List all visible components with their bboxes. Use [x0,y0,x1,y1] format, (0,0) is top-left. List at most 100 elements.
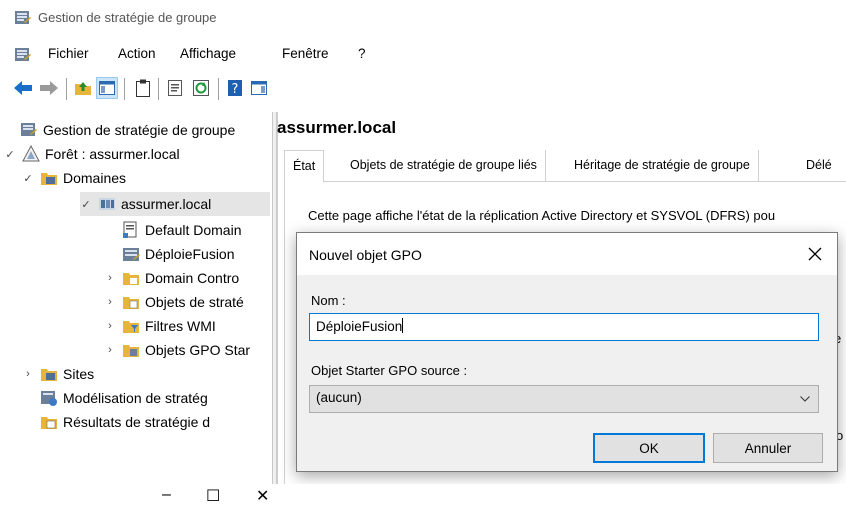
cancel-button[interactable]: Annuler [713,433,823,463]
new-gpo-dialog: Nouvel objet GPO Nom : DéploieFusion Obj… [296,232,838,472]
text-caret [402,318,404,333]
name-label: Nom : [311,293,346,308]
tree-label: Forêt : assurmer.local [45,146,180,162]
help-book-icon: ? [228,80,242,97]
bottom-strip: – ☐ ✕ [0,484,846,506]
toolbar-separator [158,78,159,100]
gpmc-app-icon [15,11,31,24]
tree-label: Domaines [63,170,127,186]
chevron-down-icon [800,396,810,402]
chevron-down-icon[interactable]: ✓ [4,148,16,161]
window-title: Gestion de stratégie de groupe [38,10,217,25]
menu-bar: Fichier Action Affichage Fenêtre ? [0,42,846,68]
tree-label: Default Domain [145,222,242,238]
tree-label: DéploieFusion [145,246,235,262]
tree-item-gpo-objects[interactable]: › Objets de straté [104,290,244,314]
modeling-icon [41,391,57,406]
wmi-filter-folder-icon [123,321,139,333]
ok-button[interactable]: OK [593,433,705,463]
tab-linked-gpos[interactable]: Objets de stratégie de groupe liés [342,150,546,182]
tree-item-default-domain-policy[interactable]: Default Domain [122,218,242,242]
menu-fenetre[interactable]: Fenêtre [282,46,329,61]
show-hide-tree-button[interactable] [96,77,118,99]
chevron-down-icon[interactable]: ✓ [22,172,34,185]
tree-item-domain[interactable]: ✓ assurmer.local [80,192,211,216]
chevron-right-icon[interactable]: › [104,344,116,356]
toolbar-separator [66,78,67,100]
dialog-titlebar: Nouvel objet GPO [297,233,837,275]
gpmc-icon [21,123,37,136]
forest-icon [22,145,40,162]
action-pane-button[interactable] [248,77,270,99]
source-starter-label: Objet Starter GPO source : [311,363,468,378]
maximize-icon[interactable]: ☐ [206,486,220,506]
back-arrow-icon [14,81,32,95]
chevron-right-icon[interactable]: › [104,320,116,332]
tree-item-sites[interactable]: › Sites [22,362,94,386]
menu-help[interactable]: ? [358,46,366,61]
chevron-right-icon[interactable]: › [22,368,34,380]
refresh-button[interactable] [190,77,212,99]
tree-label: Domain Contro [145,270,240,286]
gpo-name-value: DéploieFusion [316,319,403,334]
dialog-title: Nouvel objet GPO [309,247,422,263]
tree-item-results[interactable]: Résultats de stratégie d [40,410,210,434]
details-header: assurmer.local [277,118,397,137]
dialog-body: Nom : DéploieFusion Objet Starter GPO so… [297,275,837,471]
chevron-right-icon[interactable]: › [104,296,116,308]
tree-item-forest[interactable]: ✓ Forêt : assurmer.local [4,142,180,166]
properties-icon [168,80,182,96]
tree-label: Modélisation de stratég [63,390,208,406]
sites-folder-icon [41,369,57,381]
tree-label: Objets de straté [145,294,244,310]
ou-folder-icon [123,273,139,285]
help-button[interactable]: ? [224,77,246,99]
menu-action[interactable]: Action [118,46,156,61]
results-icon [41,417,57,429]
back-button[interactable] [12,77,34,99]
properties-button[interactable] [164,77,186,99]
gpmc-menu-icon[interactable] [14,46,32,64]
tree-item-starter-gpo[interactable]: › Objets GPO Star [104,338,250,362]
ou-icon [123,248,140,261]
starter-gpo-folder-icon [123,345,139,357]
action-pane-icon [251,81,267,95]
tree-item-root[interactable]: Gestion de stratégie de groupe [20,118,235,142]
forward-arrow-icon [40,81,58,95]
tree-item-modeling[interactable]: Modélisation de stratég [40,386,208,410]
clipboard-button[interactable] [132,77,154,99]
window-titlebar: Gestion de stratégie de groupe [0,0,846,38]
close-icon [808,247,822,261]
tab-delegation[interactable]: Délé [798,150,840,182]
menu-fichier[interactable]: Fichier [48,46,89,61]
tree-item-wmi-filters[interactable]: › Filtres WMI [104,314,216,338]
tree-item-deploiefusion[interactable]: DéploieFusion [122,242,235,266]
menu-affichage[interactable]: Affichage [180,46,236,61]
console-tree-icon [99,81,115,95]
domain-icon [99,198,115,210]
tab-etat[interactable]: État [284,150,325,183]
gpo-link-icon [123,221,137,238]
tree-label: assurmer.local [121,196,212,212]
minimize-icon[interactable]: – [162,486,171,504]
tree-item-domain-controllers[interactable]: › Domain Contro [104,266,239,290]
up-level-button[interactable] [72,77,94,99]
close-icon[interactable]: ✕ [256,486,269,506]
domains-folder-icon [41,173,57,185]
dialog-close-button[interactable] [801,241,829,267]
folder-up-icon [75,82,91,95]
details-tabs: État Objets de stratégie de groupe liés … [284,150,846,183]
gpo-folder-icon [123,297,139,309]
chevron-right-icon[interactable]: › [104,272,116,284]
refresh-icon [193,80,209,96]
chevron-down-icon[interactable]: ✓ [80,198,92,211]
console-tree: Gestion de stratégie de groupe ✓ Forêt :… [0,112,272,504]
gpo-name-input[interactable]: DéploieFusion [309,313,819,341]
toolbar: ? [0,74,846,104]
starter-gpo-select[interactable]: (aucun) [309,385,819,413]
tab-inheritance[interactable]: Héritage de stratégie de groupe [566,150,759,182]
forward-button[interactable] [38,77,60,99]
status-description: Cette page affiche l'état de la réplicat… [308,208,776,223]
tree-label: Objets GPO Star [145,342,251,358]
tree-item-domains[interactable]: ✓ Domaines [22,166,126,190]
